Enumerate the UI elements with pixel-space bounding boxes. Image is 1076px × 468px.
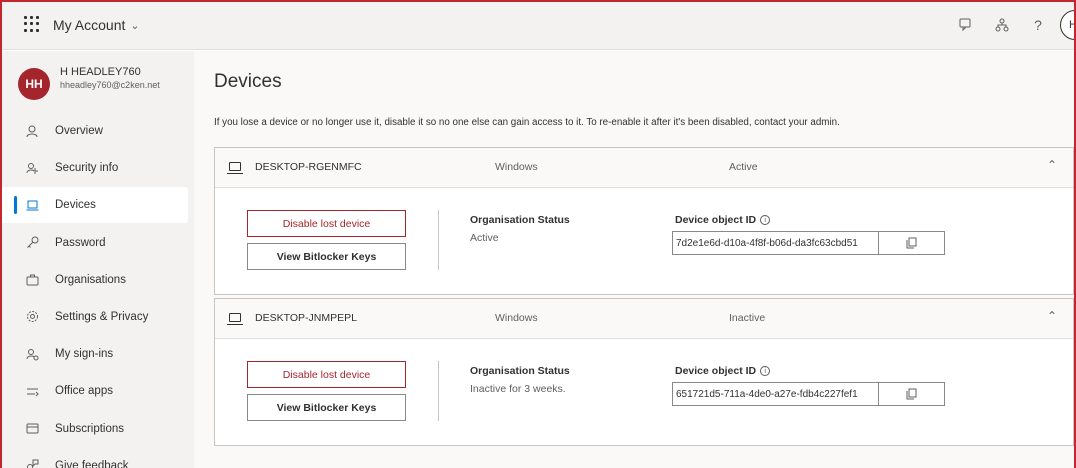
sign-ins-icon	[25, 348, 39, 361]
device-object-id-field: 651721d5-711a-4de0-a27e-fdb4c227fef1	[672, 382, 945, 406]
org-status-label: Organisation Status	[470, 365, 570, 377]
org-status-label: Organisation Status	[470, 214, 570, 226]
main-content: Devices If you lose a device or no longe…	[194, 51, 1076, 468]
device-card-header[interactable]: DESKTOP-RGENMFC Windows Active ⌃	[215, 148, 1073, 188]
laptop-icon	[25, 200, 39, 211]
info-icon[interactable]: i	[760, 366, 771, 376]
top-bar: My Account ⌄ ? H	[0, 0, 1076, 50]
divider	[438, 210, 439, 270]
app-launcher-icon[interactable]	[24, 16, 40, 32]
sidebar-item-devices[interactable]: Devices	[0, 187, 188, 224]
org-status-value: Active	[470, 232, 499, 244]
view-bitlocker-keys-button[interactable]: View Bitlocker Keys	[247, 243, 406, 270]
org-status-value: Inactive for 3 weeks.	[470, 383, 566, 395]
sidebar: HH H HEADLEY760 hheadley760@c2ken.net Ov…	[0, 51, 194, 468]
sidebar-item-security-info[interactable]: Security info	[0, 150, 188, 186]
sidebar-item-give-feedback[interactable]: Give feedback	[0, 448, 188, 468]
laptop-icon	[227, 162, 243, 174]
disable-lost-device-button[interactable]: Disable lost device	[247, 361, 406, 388]
profile-name: H HEADLEY760	[60, 66, 141, 78]
device-name: DESKTOP-JNMPEPL	[255, 312, 357, 324]
office-apps-icon	[25, 386, 39, 397]
app-title-menu[interactable]: My Account ⌄	[53, 17, 140, 33]
profile-email: hheadley760@c2ken.net	[60, 80, 160, 90]
device-object-id-field: 7d2e1e6d-d10a-4f8f-b06d-da3fc63cbd51	[672, 231, 945, 255]
sidebar-item-overview[interactable]: Overview	[0, 113, 188, 149]
device-card: DESKTOP-RGENMFC Windows Active ⌃ Disable…	[214, 147, 1074, 295]
feedback-icon	[25, 459, 39, 468]
org-chart-icon[interactable]	[984, 7, 1020, 43]
briefcase-icon	[25, 274, 39, 286]
sidebar-item-organisations[interactable]: Organisations	[0, 262, 188, 298]
device-state: Active	[729, 161, 758, 173]
sidebar-nav: Overview Security info Devices Password …	[0, 113, 188, 468]
info-icon[interactable]: i	[760, 215, 771, 225]
device-os: Windows	[495, 161, 538, 173]
user-avatar-top[interactable]: H	[1060, 10, 1076, 40]
sidebar-item-office-apps[interactable]: Office apps	[0, 373, 188, 409]
device-object-id-value[interactable]: 7d2e1e6d-d10a-4f8f-b06d-da3fc63cbd51	[673, 232, 879, 254]
device-card-body: Disable lost device View Bitlocker Keys …	[215, 188, 1073, 294]
device-state: Inactive	[729, 312, 766, 324]
subscriptions-icon	[25, 423, 39, 434]
chevron-up-icon[interactable]: ⌃	[1047, 158, 1057, 172]
feedback-top-icon[interactable]	[948, 7, 984, 43]
sidebar-item-settings-privacy[interactable]: Settings & Privacy	[0, 299, 188, 335]
sidebar-item-subscriptions[interactable]: Subscriptions	[0, 411, 188, 447]
help-icon[interactable]: ?	[1020, 7, 1056, 43]
key-icon	[25, 236, 39, 249]
app-title: My Account	[53, 17, 126, 33]
device-os: Windows	[495, 312, 538, 324]
sidebar-item-password[interactable]: Password	[0, 225, 188, 261]
sidebar-item-my-sign-ins[interactable]: My sign-ins	[0, 336, 188, 372]
top-icons: ? H	[948, 0, 1076, 50]
chevron-up-icon[interactable]: ⌃	[1047, 309, 1057, 323]
copy-icon[interactable]	[879, 383, 944, 405]
person-icon	[25, 125, 39, 138]
security-info-icon	[25, 162, 39, 175]
view-bitlocker-keys-button[interactable]: View Bitlocker Keys	[247, 394, 406, 421]
device-card-body: Disable lost device View Bitlocker Keys …	[215, 339, 1073, 445]
device-object-id-value[interactable]: 651721d5-711a-4de0-a27e-fdb4c227fef1	[673, 383, 879, 405]
device-object-id-label: Device object ID i	[675, 214, 771, 226]
gear-icon	[25, 310, 39, 323]
profile-card: HH H HEADLEY760 hheadley760@c2ken.net	[18, 65, 160, 100]
device-card-header[interactable]: DESKTOP-JNMPEPL Windows Inactive ⌃	[215, 299, 1073, 339]
device-name: DESKTOP-RGENMFC	[255, 161, 362, 173]
copy-icon[interactable]	[879, 232, 944, 254]
divider	[438, 361, 439, 421]
chevron-down-icon: ⌄	[130, 19, 140, 32]
page-title: Devices	[214, 71, 282, 92]
device-object-id-label: Device object ID i	[675, 365, 771, 377]
page-description: If you lose a device or no longer use it…	[214, 117, 840, 128]
avatar: HH	[18, 68, 50, 100]
device-card: DESKTOP-JNMPEPL Windows Inactive ⌃ Disab…	[214, 298, 1074, 446]
disable-lost-device-button[interactable]: Disable lost device	[247, 210, 406, 237]
laptop-icon	[227, 313, 243, 325]
